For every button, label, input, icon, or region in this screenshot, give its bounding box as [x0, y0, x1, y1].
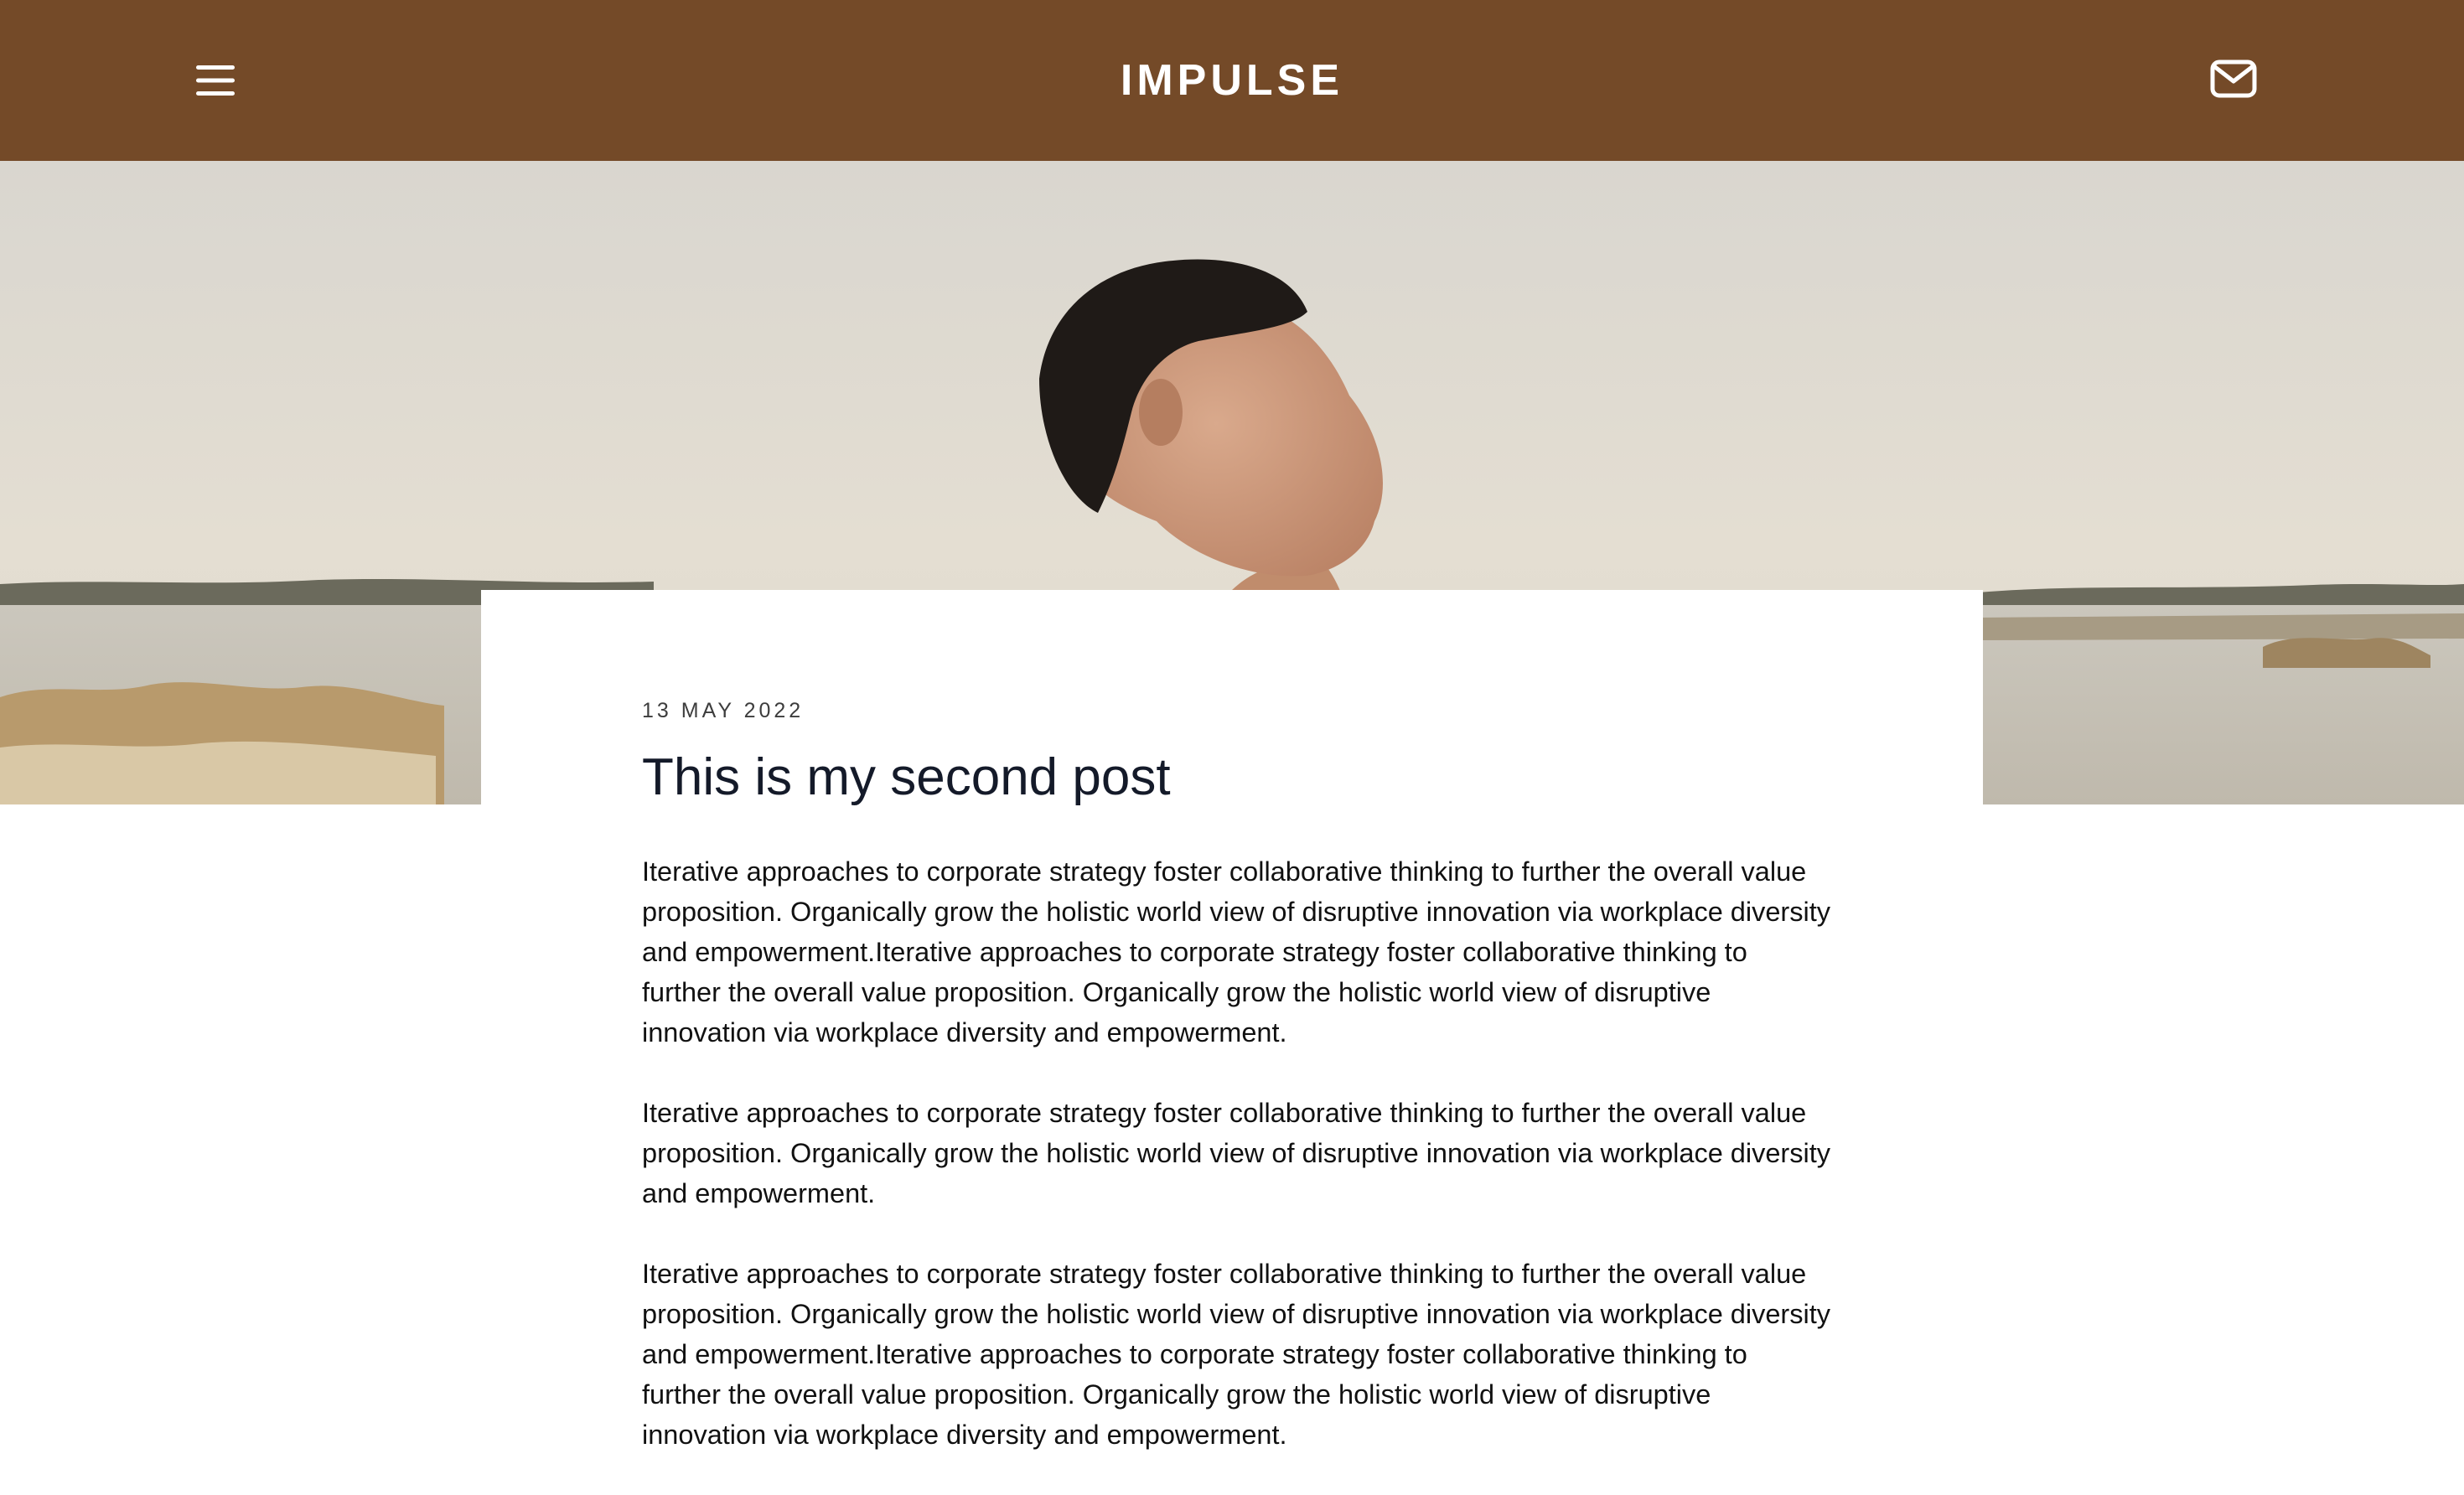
- post-title: This is my second post: [642, 748, 1171, 806]
- post-paragraph: Iterative approaches to corporate strate…: [642, 1259, 1831, 1450]
- post-paragraph: Iterative approaches to corporate strate…: [642, 856, 1831, 1048]
- post-paragraph: Iterative approaches to corporate strate…: [642, 1098, 1831, 1208]
- menu-button[interactable]: [194, 55, 258, 106]
- site-title: IMPULSE: [1120, 56, 1344, 105]
- post-date: 13 MAY 2022: [642, 699, 805, 722]
- mail-envelope-icon: [2210, 59, 2257, 98]
- article-card: 13 MAY 2022 This is my second post Itera…: [481, 590, 1983, 1450]
- hamburger-menu-icon: [196, 65, 235, 96]
- mail-button[interactable]: [2209, 55, 2263, 106]
- site-header: IMPULSE: [0, 0, 2464, 161]
- post-body: Iterative approaches to corporate strate…: [642, 851, 1832, 1495]
